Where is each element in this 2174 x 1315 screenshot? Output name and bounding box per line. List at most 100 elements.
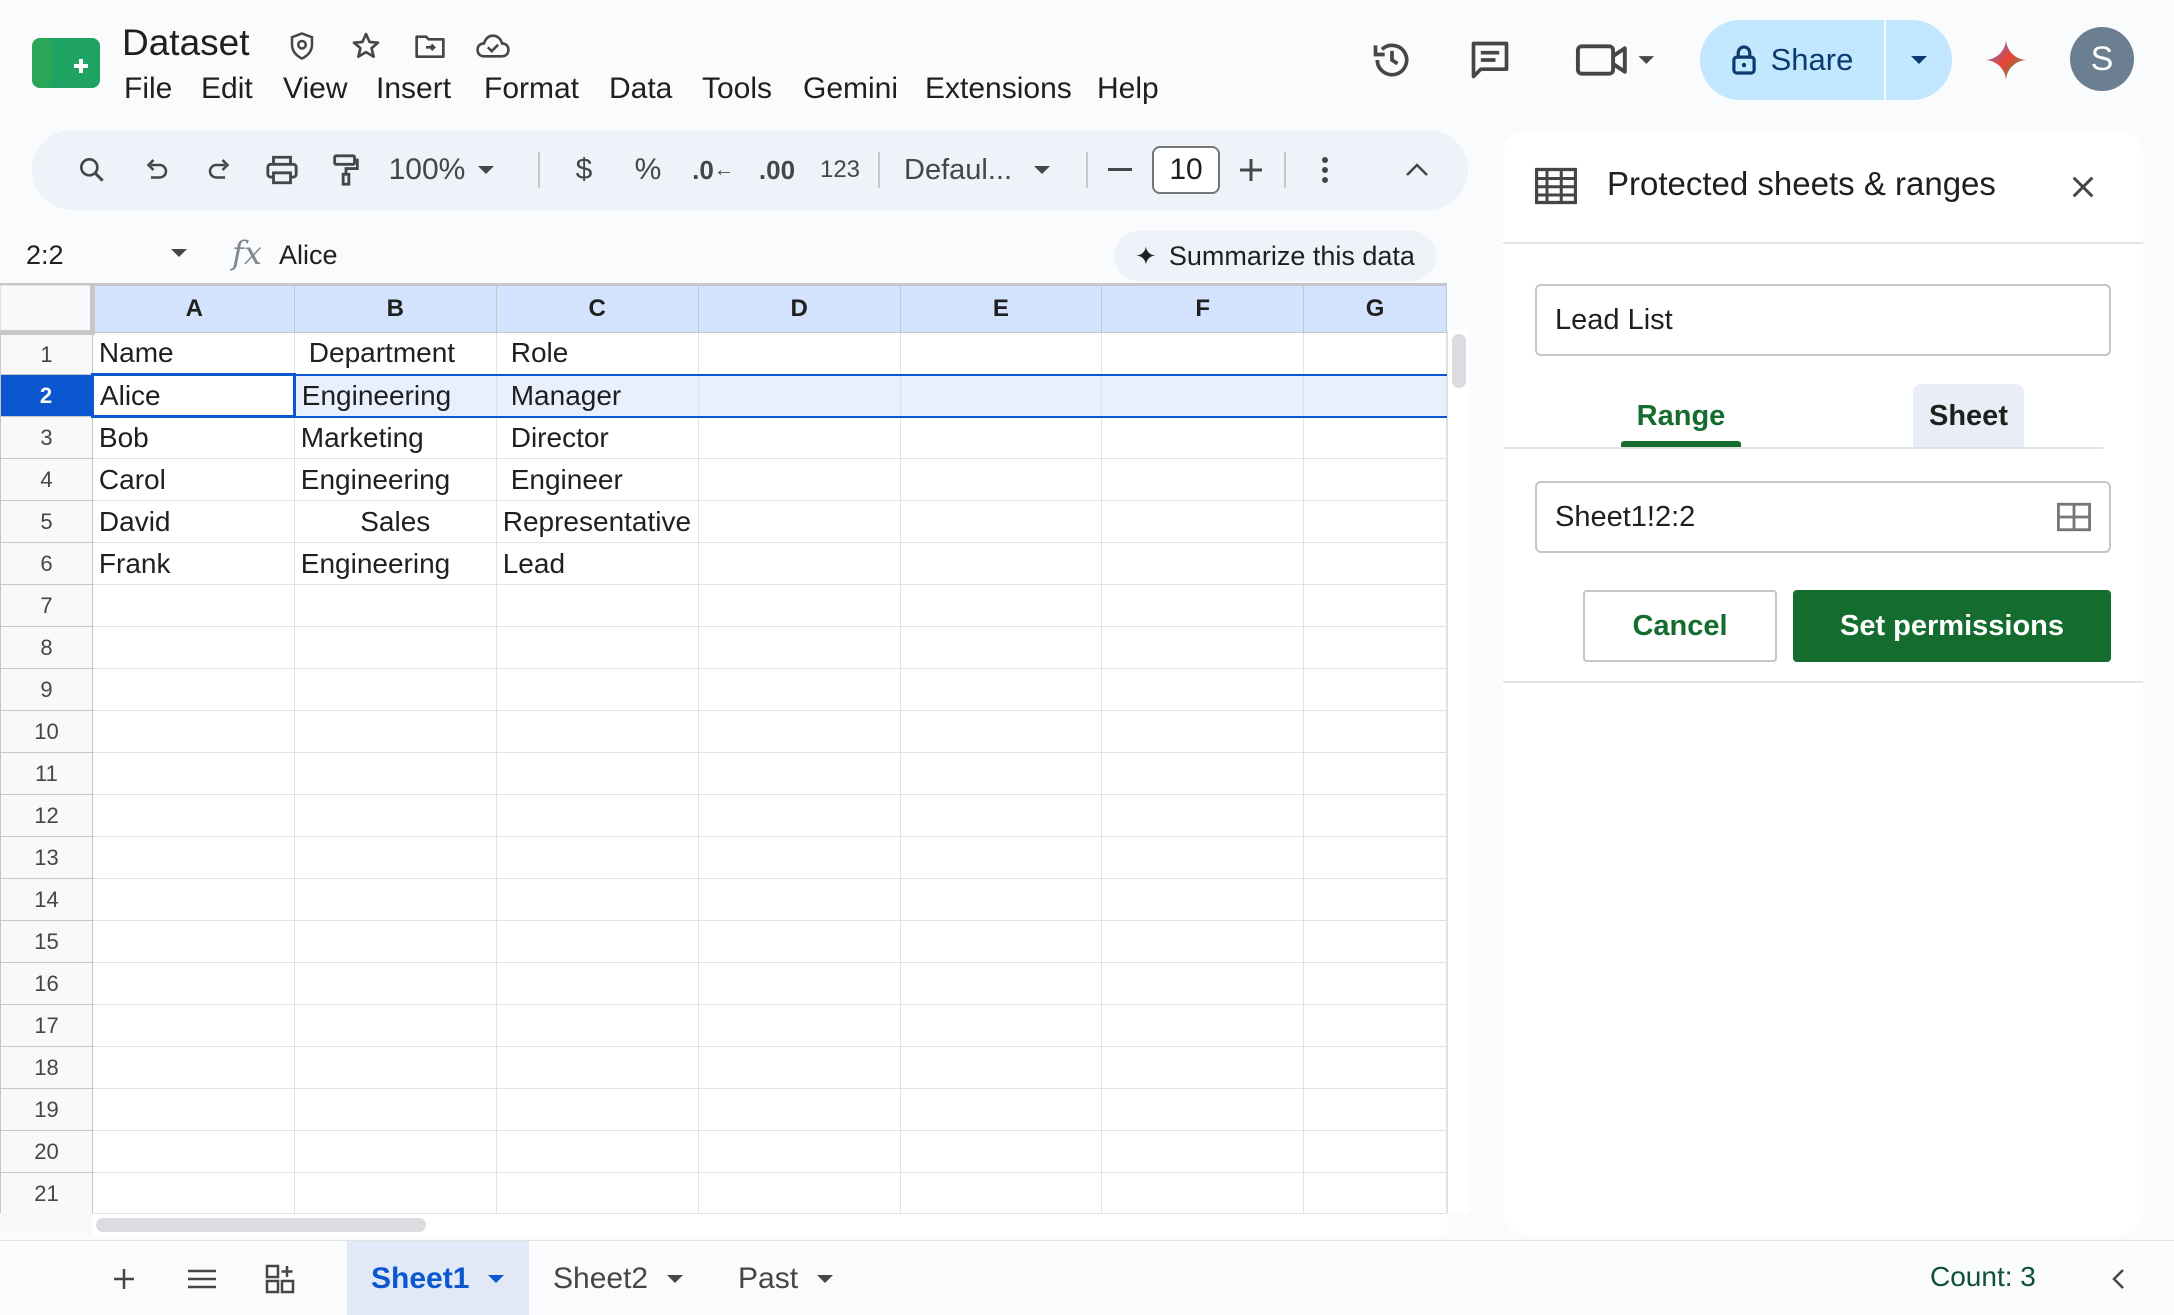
sheet-tab-dropdown-icon[interactable] xyxy=(666,1274,684,1284)
column-header[interactable]: F xyxy=(1101,285,1305,333)
cell[interactable]: Director xyxy=(495,416,699,459)
cell[interactable] xyxy=(1101,500,1305,543)
cell[interactable] xyxy=(293,1172,497,1213)
cell[interactable]: Bob xyxy=(91,416,295,459)
cell[interactable]: Sales xyxy=(293,500,497,543)
table-row[interactable]: 11 xyxy=(0,752,1447,795)
cell[interactable] xyxy=(697,752,901,795)
meet-camera-icon[interactable] xyxy=(1572,30,1662,90)
cell[interactable] xyxy=(899,962,1103,1005)
cell[interactable] xyxy=(91,794,295,837)
add-sheet-icon[interactable] xyxy=(94,1241,154,1315)
font-dropdown-icon[interactable] xyxy=(1026,130,1058,210)
cell[interactable] xyxy=(1101,668,1305,711)
document-title[interactable]: Dataset xyxy=(122,22,250,64)
cell[interactable]: Manager xyxy=(495,373,699,418)
decrease-decimal-button[interactable]: .0 ← xyxy=(684,130,742,210)
protected-shield-icon[interactable] xyxy=(284,28,320,64)
table-row[interactable]: 5 David Sales Representative xyxy=(0,500,1447,543)
gemini-sparkle-icon[interactable] xyxy=(1976,30,2036,90)
cell[interactable] xyxy=(495,584,699,627)
row-header[interactable]: 9 xyxy=(0,668,93,711)
cell[interactable] xyxy=(697,1046,901,1089)
cell[interactable] xyxy=(495,920,699,963)
column-header[interactable]: B xyxy=(293,285,497,333)
cell[interactable] xyxy=(1303,962,1447,1005)
cell[interactable] xyxy=(899,584,1103,627)
column-header[interactable]: A xyxy=(91,285,295,333)
cell[interactable] xyxy=(697,1088,901,1131)
cell[interactable] xyxy=(1303,373,1447,418)
cell[interactable] xyxy=(899,373,1103,418)
cell[interactable] xyxy=(293,1088,497,1131)
cell[interactable] xyxy=(293,626,497,669)
row-header[interactable]: 14 xyxy=(0,878,93,921)
cell[interactable] xyxy=(697,710,901,753)
cell[interactable] xyxy=(495,1088,699,1131)
menu-tools[interactable]: Tools xyxy=(702,72,772,106)
currency-format-button[interactable]: $ xyxy=(562,130,606,210)
table-row[interactable]: 3 Bob Marketing Director xyxy=(0,416,1447,459)
row-header[interactable]: 8 xyxy=(0,626,93,669)
select-all-corner[interactable] xyxy=(0,285,95,335)
cell[interactable] xyxy=(899,794,1103,837)
table-row[interactable]: 14 xyxy=(0,878,1447,921)
cell[interactable] xyxy=(697,416,901,459)
cell[interactable] xyxy=(293,1046,497,1089)
table-row[interactable]: 6 Frank Engineering Lead xyxy=(0,542,1447,585)
table-row[interactable]: 7 xyxy=(0,584,1447,627)
table-row[interactable]: 17 xyxy=(0,1004,1447,1047)
cell[interactable] xyxy=(293,962,497,1005)
name-box[interactable]: 2:2 xyxy=(26,240,64,271)
row-header[interactable]: 19 xyxy=(0,1088,93,1131)
print-icon[interactable] xyxy=(254,130,310,210)
cell[interactable]: Role xyxy=(495,332,699,375)
cell[interactable] xyxy=(495,752,699,795)
cell[interactable] xyxy=(1101,584,1305,627)
share-button[interactable]: Share xyxy=(1700,20,1952,100)
cell[interactable] xyxy=(1101,458,1305,501)
cell[interactable] xyxy=(495,668,699,711)
table-row[interactable]: 19 xyxy=(0,1088,1447,1131)
select-range-grid-icon[interactable] xyxy=(2057,502,2091,532)
cell[interactable] xyxy=(91,584,295,627)
cell[interactable] xyxy=(1101,1046,1305,1089)
share-main[interactable]: Share xyxy=(1700,20,1884,100)
table-row[interactable]: 16 xyxy=(0,962,1447,1005)
cell[interactable]: Carol xyxy=(91,458,295,501)
cell[interactable] xyxy=(899,458,1103,501)
cell[interactable] xyxy=(899,920,1103,963)
collapse-toolbar-icon[interactable] xyxy=(1392,130,1442,210)
row-header[interactable]: 6 xyxy=(0,542,93,585)
close-icon[interactable] xyxy=(2069,173,2097,201)
cell[interactable] xyxy=(899,668,1103,711)
cell[interactable] xyxy=(293,836,497,879)
cell[interactable] xyxy=(293,668,497,711)
cell[interactable] xyxy=(1303,584,1447,627)
cloud-saved-icon[interactable] xyxy=(475,28,511,64)
row-header[interactable]: 3 xyxy=(0,416,93,459)
cell[interactable] xyxy=(1303,836,1447,879)
cell[interactable]: David xyxy=(91,500,295,543)
cell[interactable] xyxy=(1303,752,1447,795)
tab-range[interactable]: Range xyxy=(1621,383,1741,449)
cell[interactable] xyxy=(1101,920,1305,963)
cell[interactable] xyxy=(91,836,295,879)
cell[interactable] xyxy=(1101,878,1305,921)
version-history-icon[interactable] xyxy=(1362,30,1422,90)
cell[interactable] xyxy=(899,1046,1103,1089)
cell[interactable] xyxy=(1303,1130,1447,1173)
cell[interactable] xyxy=(899,878,1103,921)
table-row[interactable]: 2 Alice Engineering Manager xyxy=(0,373,1447,418)
table-row[interactable]: 13 xyxy=(0,836,1447,879)
table-row[interactable]: 15 xyxy=(0,920,1447,963)
cell[interactable]: Alice xyxy=(90,373,296,418)
cell[interactable]: Marketing xyxy=(293,416,497,459)
comments-icon[interactable] xyxy=(1460,30,1520,90)
table-row[interactable]: 18 xyxy=(0,1046,1447,1089)
cell[interactable] xyxy=(1303,1046,1447,1089)
cell[interactable] xyxy=(697,836,901,879)
row-header[interactable]: 10 xyxy=(0,710,93,753)
set-permissions-button[interactable]: Set permissions xyxy=(1793,590,2111,662)
cell[interactable] xyxy=(1303,332,1447,375)
